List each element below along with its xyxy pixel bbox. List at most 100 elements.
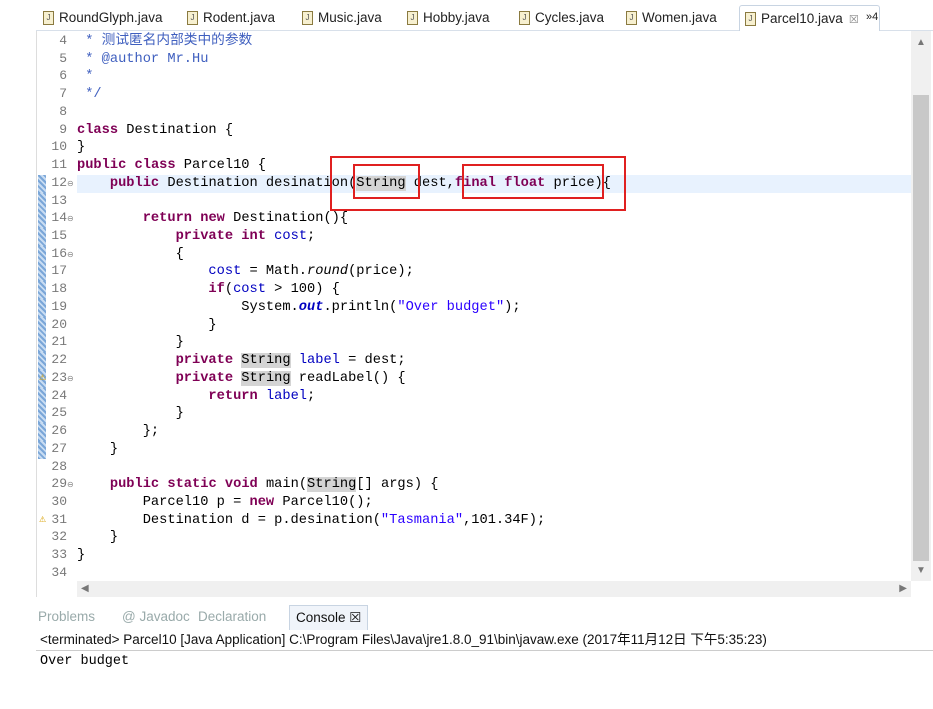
- tab-women[interactable]: J Women.java: [621, 5, 717, 30]
- tab-roundglyph[interactable]: J RoundGlyph.java: [38, 5, 163, 30]
- code-line[interactable]: private int cost;: [77, 228, 316, 246]
- java-file-icon: J: [187, 11, 198, 25]
- vertical-scrollbar[interactable]: ▲ ▼: [911, 31, 931, 581]
- code-token: String: [307, 477, 357, 493]
- fold-toggle-icon[interactable]: ⊖: [67, 374, 74, 383]
- code-line[interactable]: if(cost > 100) {: [77, 281, 339, 299]
- code-line[interactable]: }: [77, 529, 118, 547]
- line-number: 11: [51, 157, 67, 173]
- code-line[interactable]: cost = Math.round(price);: [77, 263, 413, 281]
- line-number: 6: [59, 68, 67, 84]
- code-line[interactable]: */: [77, 86, 102, 104]
- code-line[interactable]: {: [77, 246, 184, 264]
- scrollbar-thumb[interactable]: [913, 95, 929, 561]
- code-line[interactable]: Destination d = p.desination("Tasmania",…: [77, 512, 546, 530]
- tab-console[interactable]: Console ☒: [289, 605, 369, 630]
- code-token: Destination(){: [224, 211, 349, 227]
- code-token: Parcel10 p =: [77, 494, 250, 510]
- code-token: }: [77, 406, 184, 422]
- code-token: }: [77, 335, 184, 351]
- code-line[interactable]: Parcel10 p = new Parcel10();: [77, 494, 373, 512]
- warning-icon[interactable]: ⚠: [39, 373, 46, 382]
- code-token: class: [77, 122, 119, 138]
- horizontal-scrollbar[interactable]: ◀ ▶: [77, 581, 911, 597]
- tab-rodent[interactable]: J Rodent.java: [182, 5, 275, 30]
- line-number: 24: [51, 387, 67, 403]
- line-number: 21: [51, 334, 67, 350]
- tab-label: RoundGlyph.java: [59, 10, 163, 25]
- line-number: 22: [51, 352, 67, 368]
- console-output[interactable]: Over budget: [36, 651, 933, 672]
- code-token: */: [77, 87, 102, 103]
- code-token: * @author Mr.Hu: [77, 51, 209, 67]
- tab-label: Cycles.java: [535, 10, 605, 25]
- code-line[interactable]: };: [77, 423, 159, 441]
- close-icon[interactable]: ☒: [849, 14, 859, 26]
- tab-problems[interactable]: Problems: [38, 605, 95, 629]
- tab-label: Console ☒: [296, 610, 362, 625]
- java-file-warning-icon: J: [626, 11, 637, 25]
- code-line[interactable]: System.out.println("Over budget");: [77, 299, 520, 317]
- code-line[interactable]: }: [77, 317, 216, 335]
- line-number: 33: [51, 547, 67, 563]
- code-token: Parcel10 {: [175, 158, 266, 174]
- line-number: 13: [51, 192, 67, 208]
- code-line[interactable]: public class Parcel10 {: [77, 157, 266, 175]
- code-line[interactable]: * @author Mr.Hu: [77, 51, 208, 69]
- warning-icon[interactable]: ⚠: [39, 515, 46, 524]
- tab-label: Hobby.java: [423, 10, 490, 25]
- tab-parcel10[interactable]: J Parcel10.java ☒: [739, 5, 880, 31]
- fold-toggle-icon[interactable]: ⊖: [67, 250, 74, 259]
- code-line[interactable]: return label;: [77, 388, 315, 406]
- java-file-icon: J: [302, 11, 313, 25]
- code-token: new: [249, 494, 275, 510]
- code-line[interactable]: }: [77, 334, 184, 352]
- code-token: cost: [274, 229, 308, 245]
- code-line[interactable]: * 测试匿名内部类中的参数: [77, 33, 252, 51]
- code-line[interactable]: *: [77, 68, 93, 86]
- code-token: }: [77, 140, 86, 156]
- scroll-right-icon[interactable]: ▶: [899, 583, 907, 594]
- code-line[interactable]: return new Destination(){: [77, 210, 348, 228]
- code-token: (: [224, 282, 234, 298]
- code-line[interactable]: private String label = dest;: [77, 352, 406, 370]
- tab-declaration[interactable]: Declaration: [198, 605, 266, 629]
- code-line[interactable]: class Destination {: [77, 122, 233, 140]
- scroll-up-icon[interactable]: ▲: [916, 37, 926, 48]
- code-line[interactable]: }: [77, 405, 184, 423]
- code-token: cost: [233, 282, 266, 298]
- code-line[interactable]: private String readLabel() {: [77, 370, 406, 388]
- tab-cycles[interactable]: J Cycles.java: [514, 5, 604, 30]
- code-line[interactable]: }: [77, 441, 118, 459]
- code-editor[interactable]: 4 5 6 7 8 9 10 11 12 ⊖ 13 14 ⊖ 15 16 ⊖ 17 18 19 20 21 22 23 ⚠ ⊖ 2…: [36, 31, 933, 597]
- code-line[interactable]: }: [77, 547, 85, 565]
- tab-overflow-button[interactable]: »4: [866, 5, 878, 30]
- code-line[interactable]: public static void main(String[] args) {: [77, 476, 438, 494]
- scroll-down-icon[interactable]: ▼: [916, 565, 926, 576]
- console-view: <terminated> Parcel10 [Java Application]…: [36, 629, 933, 709]
- code-token: [] args) {: [356, 477, 439, 493]
- fold-toggle-icon[interactable]: ⊖: [67, 480, 74, 489]
- java-file-icon: J: [407, 11, 418, 25]
- code-token: return: [142, 211, 193, 227]
- code-line[interactable]: }: [77, 139, 85, 157]
- fold-toggle-icon[interactable]: ⊖: [67, 179, 74, 188]
- code-token: Destination {: [118, 122, 234, 138]
- tab-music[interactable]: J Music.java: [297, 5, 382, 30]
- fold-toggle-icon[interactable]: ⊖: [67, 214, 74, 223]
- code-token: label: [265, 388, 308, 404]
- code-token: }: [77, 548, 86, 564]
- tab-hobby[interactable]: J Hobby.java: [402, 5, 490, 30]
- tab-javadoc[interactable]: @ Javadoc: [122, 605, 190, 629]
- line-number: 12: [51, 174, 67, 190]
- line-number: 18: [51, 281, 67, 297]
- code-token: label: [298, 353, 340, 369]
- scroll-left-icon[interactable]: ◀: [81, 583, 89, 594]
- java-file-icon: J: [43, 11, 54, 25]
